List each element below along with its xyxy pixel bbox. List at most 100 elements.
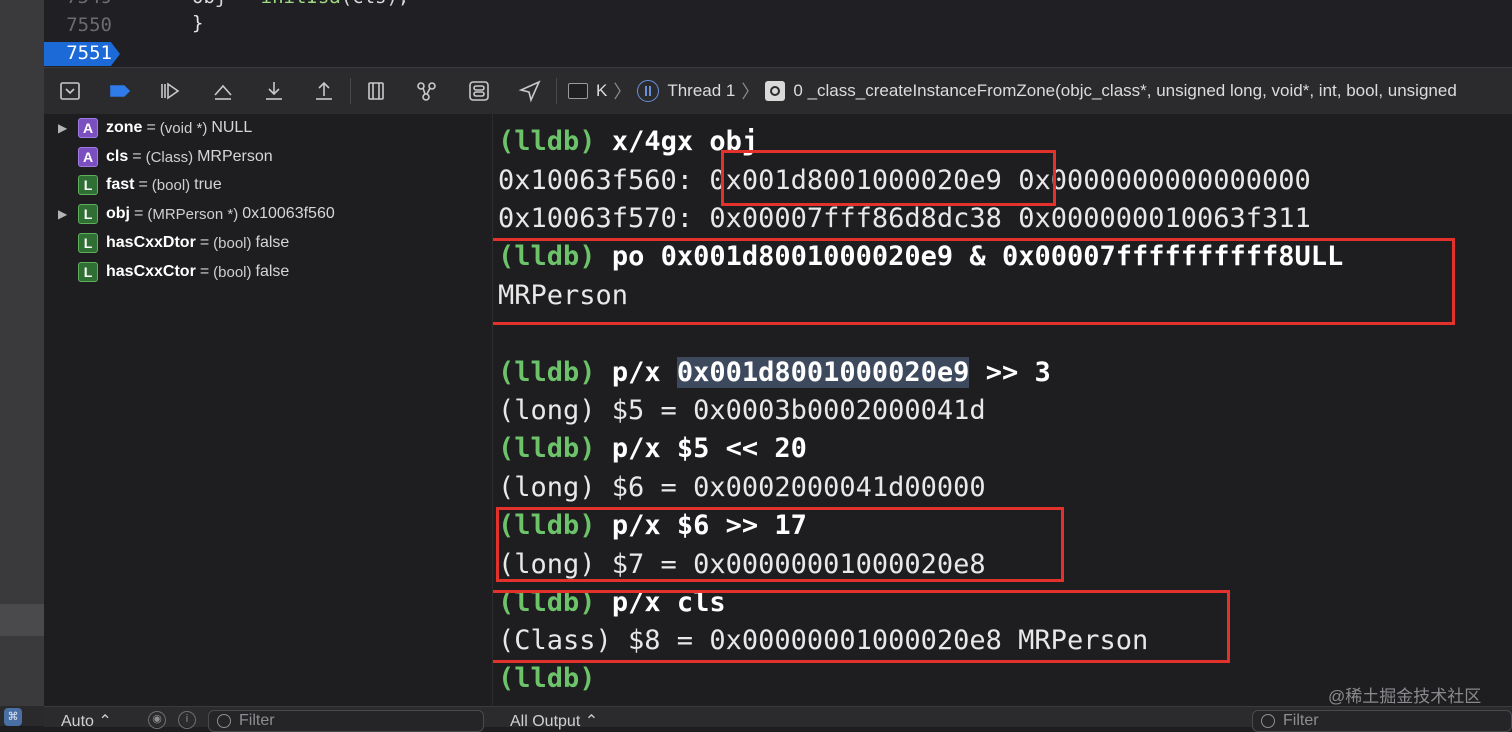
variable-row-cls[interactable]: A cls = (Class) MRPerson xyxy=(44,144,273,170)
variable-name: obj xyxy=(106,205,130,222)
code-eq: = xyxy=(226,0,260,8)
equals-sign: = xyxy=(134,205,144,222)
filter-placeholder: Filter xyxy=(239,712,275,729)
variable-name: hasCxxDtor xyxy=(106,234,196,251)
console-command-line: (lldb) p/x 0x001d8001000020e9 >> 3 xyxy=(498,357,1051,388)
lldb-console[interactable]: (lldb) x/4gx obj 0x10063f560: 0x001d8001… xyxy=(493,114,1512,706)
variable-name: cls xyxy=(106,148,129,165)
memory-value: 0x00007fff86d8dc38 xyxy=(709,203,1002,234)
memory-value: 0x000000010063f311 xyxy=(1018,203,1311,234)
variable-row-zone[interactable]: ▶ A zone = (void *) NULL xyxy=(44,115,252,141)
view-hierarchy-button[interactable] xyxy=(362,77,390,105)
local-badge-icon: L xyxy=(78,204,98,224)
filter-placeholder: Filter xyxy=(1283,712,1319,729)
equals-sign: = xyxy=(199,263,210,280)
debug-breadcrumb: K 〉 Thread 1 〉 0 _class_createInstanceFr… xyxy=(568,79,1457,103)
process-icon xyxy=(568,83,588,99)
variable-row-fast[interactable]: L fast = (bool) true xyxy=(44,172,222,198)
annotation-box-class-address xyxy=(493,590,1230,663)
variable-type: (Class) xyxy=(145,148,194,166)
memory-graph-icon xyxy=(417,82,436,101)
memory-graph-button[interactable] xyxy=(413,77,441,105)
local-badge-icon: L xyxy=(78,175,98,195)
console-output-line: (long) $6 = 0x0002000041d00000 xyxy=(498,472,986,503)
lldb-prompt: (lldb) xyxy=(498,663,596,694)
breakpoints-toggle-button[interactable] xyxy=(106,77,134,105)
toolbar-separator xyxy=(350,78,351,104)
simulate-location-button[interactable] xyxy=(516,77,544,105)
code-var: obj xyxy=(192,0,226,8)
code-line: obj = initIsa(cls); xyxy=(192,0,409,8)
rail-band xyxy=(0,604,44,636)
memory-address: 0x10063f570: xyxy=(498,203,694,234)
variable-row-hascxxdtor[interactable]: L hasCxxDtor = (bool) false xyxy=(44,230,289,256)
hide-debug-area-icon xyxy=(60,82,80,100)
console-output-popup[interactable]: All Output ⌃ xyxy=(510,711,598,731)
disclosure-triangle-icon[interactable]: ▶ xyxy=(58,121,70,135)
thread-icon xyxy=(637,80,660,102)
code-rest: (cls); xyxy=(341,0,410,8)
equals-sign: = xyxy=(138,176,148,193)
variables-view: ▶ A zone = (void *) NULL A cls = (Class)… xyxy=(44,114,493,706)
variable-value: true xyxy=(194,176,222,193)
chevron-right-icon: 〉 xyxy=(741,82,760,102)
code-fn: initIsa xyxy=(261,0,341,8)
step-into-button[interactable] xyxy=(260,77,288,105)
lldb-prompt: (lldb) xyxy=(498,433,596,464)
disclosure-triangle-icon[interactable]: ▶ xyxy=(58,207,70,221)
current-line-number: 7551 xyxy=(66,42,112,64)
step-over-button[interactable] xyxy=(209,77,237,105)
navigator-filter-icon[interactable]: ⌘ xyxy=(4,708,22,726)
variable-value: MRPerson xyxy=(197,148,273,165)
console-output-line: (long) $5 = 0x0003b0002000041d xyxy=(498,395,986,426)
eye-icon[interactable]: ◉ xyxy=(148,711,166,729)
variable-row-obj[interactable]: ▶ L obj = (MRPerson *) 0x10063f560 xyxy=(44,201,335,227)
variable-row-hascxxctor[interactable]: L hasCxxCtor = (bool) false xyxy=(44,259,289,285)
continue-button[interactable] xyxy=(156,77,184,105)
variable-value: NULL xyxy=(211,119,253,136)
annotation-box-shift-result xyxy=(496,507,1064,582)
variable-name: hasCxxCtor xyxy=(106,263,196,280)
view-hierarchy-icon xyxy=(368,82,384,100)
step-out-icon xyxy=(316,81,332,100)
variable-type: (void *) xyxy=(159,119,208,137)
step-over-icon xyxy=(214,84,232,100)
selected-text[interactable]: 0x001d8001000020e9 xyxy=(676,357,970,388)
console-command: >> 3 xyxy=(969,357,1051,388)
variable-value: 0x10063f560 xyxy=(242,205,335,222)
console-command-line: (lldb) p/x $5 << 20 xyxy=(498,433,807,464)
breakpoint-icon xyxy=(110,85,131,97)
line-number: 7549 xyxy=(44,0,112,8)
step-out-button[interactable] xyxy=(310,77,338,105)
variables-filter-field[interactable]: Filter xyxy=(208,710,484,732)
breadcrumb-thread[interactable]: Thread 1 xyxy=(667,81,735,101)
console-input-line[interactable]: (lldb) xyxy=(498,663,596,694)
info-icon[interactable]: i xyxy=(178,711,196,729)
toolbar-separator xyxy=(556,78,557,104)
environment-overrides-button[interactable] xyxy=(465,77,493,105)
location-arrow-icon xyxy=(518,80,541,103)
argument-badge-icon: A xyxy=(78,118,98,138)
breadcrumb-frame[interactable]: 0 _class_createInstanceFromZone(objc_cla… xyxy=(793,81,1456,101)
variable-type: (bool) xyxy=(151,176,191,194)
debug-bottom-bar: Auto ⌃ ◉ i Filter All Output ⌃ Filter xyxy=(44,706,1512,732)
watermark: @稀土掘金技术社区 xyxy=(1328,687,1482,706)
equals-sign: = xyxy=(132,148,142,165)
console-command-line: (lldb) x/4gx obj xyxy=(498,126,758,157)
console-filter-field[interactable]: Filter xyxy=(1252,710,1512,732)
lldb-prompt: (lldb) xyxy=(498,357,596,388)
breadcrumb-process[interactable]: K xyxy=(596,81,607,101)
source-editor: 7549 7550 7551 obj = initIsa(cls); } xyxy=(44,0,1512,67)
lldb-prompt: (lldb) xyxy=(498,126,596,157)
annotation-box-isa-mask xyxy=(493,238,1455,325)
equals-sign: = xyxy=(199,234,210,251)
console-output-line: 0x10063f570: 0x00007fff86d8dc38 0x000000… xyxy=(498,203,1311,234)
memory-value: 0x0000000000000000 xyxy=(1018,165,1311,196)
hide-debug-area-button[interactable] xyxy=(56,77,84,105)
local-badge-icon: L xyxy=(78,262,98,282)
variables-scope-popup[interactable]: Auto ⌃ xyxy=(61,711,112,731)
line-number: 7550 xyxy=(66,14,112,36)
console-command: p/x $5 << 20 xyxy=(611,433,807,464)
variable-type: (bool) xyxy=(213,234,252,252)
variable-name: zone xyxy=(106,119,143,136)
